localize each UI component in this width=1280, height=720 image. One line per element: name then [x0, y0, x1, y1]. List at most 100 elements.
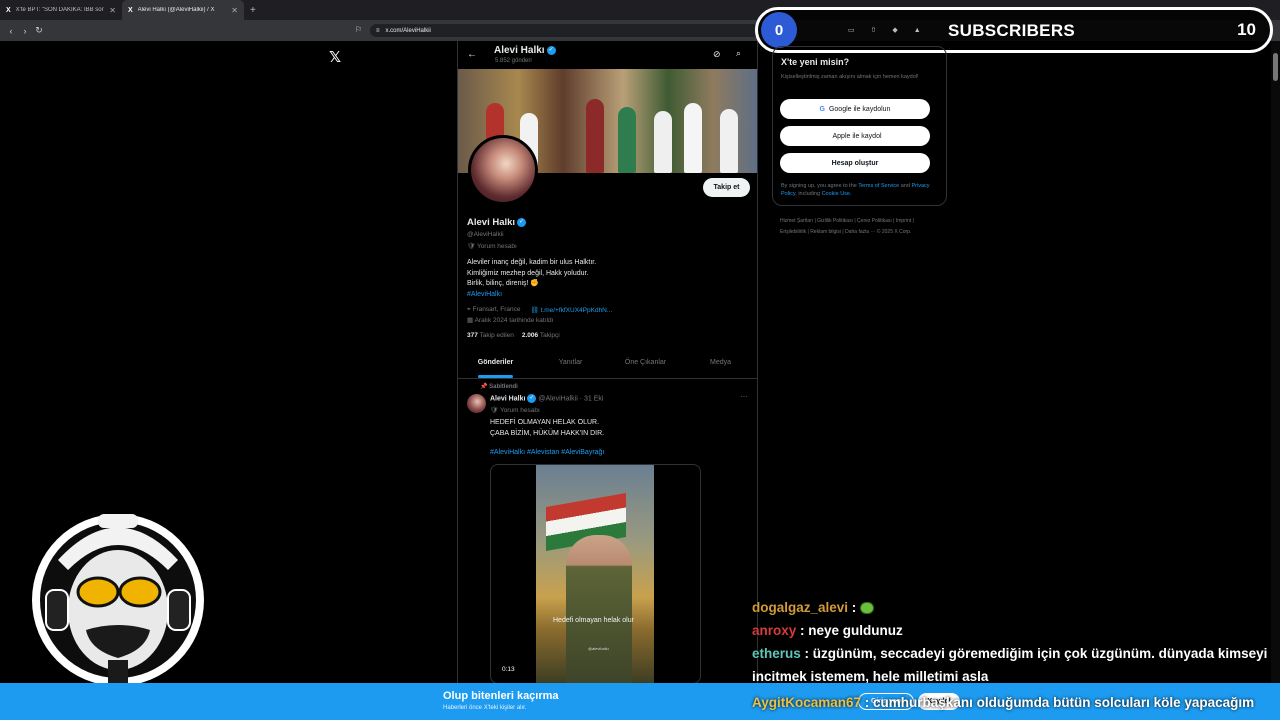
video-watermark: @alevihalkı	[588, 646, 609, 651]
scrollbar-thumb[interactable]	[1273, 53, 1278, 81]
cookie-link[interactable]: Cookie Use.	[822, 191, 852, 197]
chat-message: anroxy : neye guldunuz	[752, 623, 903, 638]
tweet-line: HEDEFİ OLMAYAN HELAK OLUR.	[490, 419, 600, 426]
page-scrollbar[interactable]	[1271, 41, 1280, 683]
tweet-category: 🛡 Yorum hesabı	[490, 407, 540, 414]
profile-name: Alevi Halkı ✓	[467, 217, 527, 228]
profile-meta: ⌖ Fransart, France ⛓ t.me/+fkfXUX4PpKdhN…	[467, 306, 612, 314]
tweet-hashtags[interactable]: #AleviHalkı #Alevistan #AleviBayrağı	[490, 449, 604, 456]
follow-stats: 377 Takip edilen 2.006 Takipçi	[467, 332, 560, 339]
category-icon: 🛡	[490, 407, 500, 414]
x-logo-icon[interactable]: 𝕏	[329, 48, 341, 66]
back-icon[interactable]: ‹	[4, 26, 18, 36]
grok-icon[interactable]: ⊘	[713, 49, 721, 60]
x-tab-icon: X	[128, 6, 133, 14]
tab-title: X'te BPT: "SON DAKİKA: İBB sorugtu...	[15, 7, 105, 13]
frog-emote-icon	[860, 602, 875, 615]
profile-category: 🛡 Yorum hesabı	[467, 243, 517, 250]
tab-highlights[interactable]: Öne Çıkanlar	[608, 349, 683, 378]
bio-line: Kimliğimiz mezhep değil, Hakk yoludur.	[467, 269, 589, 277]
url-field[interactable]: ≡ x.com/AleviHalkii	[370, 24, 770, 37]
url-text: x.com/AleviHalkii	[385, 27, 431, 34]
follow-button[interactable]: Takip et	[703, 178, 750, 197]
google-signup-button[interactable]: G Google ile kaydolun	[780, 99, 930, 119]
streamer-avatar	[32, 514, 204, 690]
chat-message: AygitKocaman67 : cumhurbaşkanı olduğumda…	[752, 695, 1255, 710]
bio-line: Birlik, bilinç, direniş! ✊	[467, 280, 540, 287]
profile-link[interactable]: ⛓ t.me/+fkfXUX4PpKdhN...	[531, 306, 613, 314]
profile-avatar[interactable]	[468, 135, 538, 205]
header-name: Alevi Halkı ✓	[494, 45, 556, 56]
banner-title: Olup bitenleri kaçırma	[443, 690, 559, 702]
verified-icon: ✓	[517, 217, 527, 227]
verified-icon: ✓	[546, 45, 556, 55]
chat-message: dogalgaz_alevi :	[752, 596, 1272, 619]
chat-user: AygitKocaman67	[752, 695, 862, 710]
tweet-line: ÇABA BİZİM, HÜKÜM HAKK'IN DIR.	[490, 429, 605, 437]
x-tab-icon: X	[6, 6, 11, 14]
tab-replies[interactable]: Yanıtlar	[533, 349, 608, 378]
tweet-text: HEDEFİ OLMAYAN HELAK OLUR. ÇABA BİZİM, H…	[490, 418, 604, 439]
pinned-label: 📌 Sabitlendi	[480, 384, 518, 390]
reload-icon[interactable]: ↻	[32, 25, 46, 36]
bio-line: Aleviler inanç değil, kadim bir ulus Hal…	[467, 259, 597, 266]
browser-tab-1[interactable]: X X'te BPT: "SON DAKİKA: İBB sorugtu... …	[0, 0, 122, 20]
profile-tabs: Gönderiler Yanıtlar Öne Çıkanlar Medya	[458, 349, 757, 379]
video-duration: 0:13	[499, 665, 518, 674]
chat-message: etherus : üzgünüm, seccadeyi göremediğim…	[752, 646, 1268, 684]
subscribers-label: SUBSCRIBERS	[948, 21, 1076, 40]
followers-stat[interactable]: 2.006 Takipçi	[522, 332, 560, 339]
footer-links[interactable]: Hizmet Şartları | Gizlilik Politikası | …	[780, 216, 940, 238]
tab-media[interactable]: Medya	[683, 349, 757, 378]
signup-fine-print: By signing up, you agree to the Terms of…	[781, 183, 930, 197]
calendar-icon: ▦	[467, 317, 475, 324]
joined-date: ▦ Aralık 2024 tarihinde katıldı	[467, 317, 554, 324]
banner-figure	[654, 111, 672, 173]
profile-bio: Aleviler inanç değil, kadim bir ulus Hal…	[467, 258, 596, 300]
pin-icon: 📌	[480, 384, 490, 390]
stream-chat: dogalgaz_alevi : anroxy : neye guldunuz …	[752, 596, 1272, 688]
verified-icon: ✓	[527, 394, 537, 403]
apple-signup-button[interactable]: Apple ile kaydol	[780, 126, 930, 146]
browser-tab-2[interactable]: X Alevi Halkı (@AleviHalkii) / X ✕	[122, 0, 244, 20]
category-icon: 🛡	[467, 243, 477, 250]
tweet-avatar[interactable]	[467, 394, 486, 413]
signup-card: X'te yeni misin? Kişiselleştirilmiş zama…	[772, 46, 947, 206]
search-icon[interactable]: ⌕	[736, 48, 741, 59]
site-info-icon[interactable]: ≡	[376, 28, 380, 34]
chat-user: dogalgaz_alevi	[752, 600, 849, 615]
more-options-icon[interactable]: ···	[740, 392, 748, 401]
tab-title: Alevi Halkı (@AleviHalkii) / X	[137, 7, 215, 13]
tab-posts[interactable]: Gönderiler	[458, 349, 533, 378]
video-caption: Hedefi olmayan helak olur	[553, 617, 634, 624]
subscribers-number: 0	[761, 12, 797, 48]
terms-link[interactable]: Terms of Service	[858, 183, 899, 189]
new-tab-button[interactable]: +	[244, 5, 262, 16]
create-account-button[interactable]: Hesap oluştur	[780, 153, 930, 173]
back-arrow-icon[interactable]: ←	[467, 49, 477, 60]
banner-figure	[684, 103, 702, 173]
tweet-header: Alevi Halkı ✓ @AleviHalkii · 31 Eki	[490, 394, 604, 403]
banner-figure	[586, 99, 604, 173]
banner-subtitle: Haberleri önce X'teki kişiler alır.	[443, 705, 527, 711]
forward-icon[interactable]: ›	[18, 26, 32, 36]
close-tab-icon[interactable]: ✕	[109, 6, 116, 15]
bio-hashtag[interactable]: #AleviHalkı	[467, 290, 596, 301]
profile-header: ← Alevi Halkı ✓ 5.852 gönderi ⊘ ⌕	[458, 41, 757, 69]
header-post-count: 5.852 gönderi	[495, 58, 532, 64]
banner-figure	[720, 109, 738, 173]
profile-column: ← Alevi Halkı ✓ 5.852 gönderi ⊘ ⌕ Takip e…	[457, 41, 758, 683]
profile-handle: @AleviHalkii	[467, 231, 504, 238]
extension-icons: ▭ ⇧ ◆ ▲	[848, 27, 928, 34]
location: ⌖ Fransart, France	[467, 306, 521, 313]
link-icon: ⛓	[530, 307, 541, 314]
following-stat[interactable]: 377 Takip edilen	[467, 332, 514, 339]
chat-user: etherus	[752, 646, 801, 661]
tweet-video[interactable]: Hedefi olmayan helak olur @alevihalkı 0:…	[490, 464, 701, 683]
google-icon: G	[819, 105, 825, 113]
soldier-image	[566, 535, 632, 683]
close-tab-icon[interactable]: ✕	[231, 6, 238, 15]
signup-description: Kişiselleştirilmiş zaman akışını almak i…	[781, 74, 919, 80]
chat-user: anroxy	[752, 623, 797, 638]
bookmark-icon[interactable]: ⚐	[355, 25, 362, 34]
